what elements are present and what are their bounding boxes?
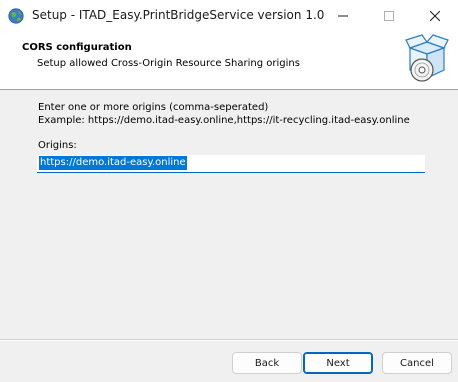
instruction-line: Enter one or more origins (comma-seperat… [38,102,269,113]
setup-window: Setup - ITAD_Easy.PrintBridgeService ver… [0,0,458,382]
minimize-icon [338,15,348,17]
globe-app-icon [8,8,24,24]
example-line: Example: https://demo.itad-easy.online,h… [38,115,410,126]
origins-label: Origins: [38,140,77,151]
origins-input[interactable]: https://demo.itad-easy.online [37,155,425,173]
window-title: Setup - ITAD_Easy.PrintBridgeService ver… [32,8,325,22]
page-subtitle: Setup allowed Cross-Origin Resource Shar… [37,58,300,69]
next-button[interactable]: Next [303,352,373,374]
origins-input-value: https://demo.itad-easy.online [39,156,187,170]
installer-box-disc-icon [405,34,449,82]
wizard-header: CORS configuration Setup allowed Cross-O… [0,32,458,90]
close-button[interactable] [412,0,458,32]
minimize-button[interactable] [320,0,366,32]
maximize-icon [384,11,394,21]
back-button[interactable]: Back [232,352,302,374]
footer-divider-highlight [0,340,458,341]
page-title: CORS configuration [22,42,132,53]
cancel-button[interactable]: Cancel [382,352,452,374]
maximize-button[interactable] [366,0,412,32]
instructions: Enter one or more origins (comma-seperat… [38,101,410,127]
title-bar: Setup - ITAD_Easy.PrintBridgeService ver… [0,0,458,32]
close-icon [430,11,440,21]
